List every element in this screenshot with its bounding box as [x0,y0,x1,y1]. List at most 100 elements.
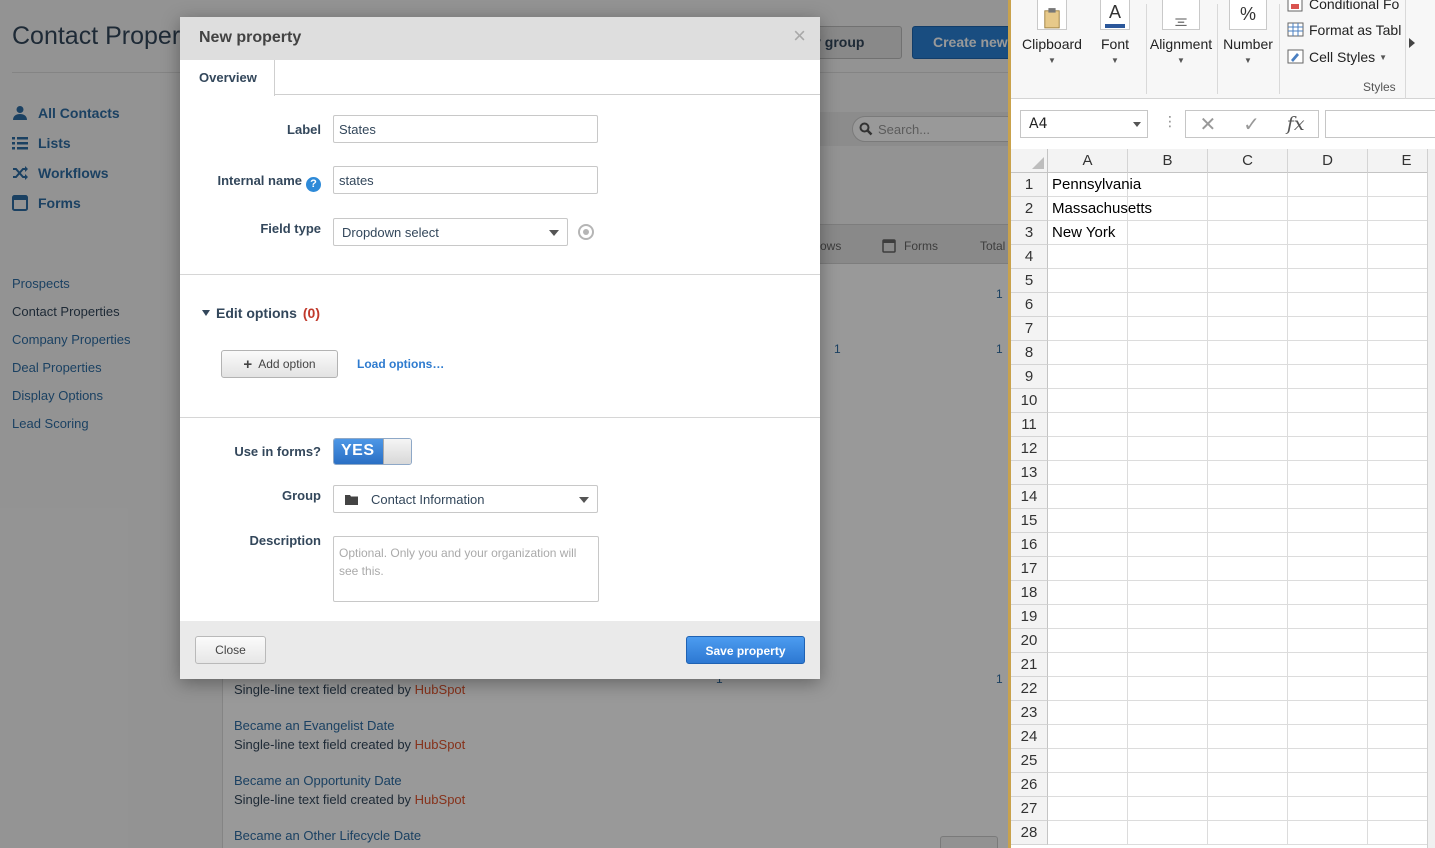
cell-e12[interactable] [1368,437,1435,461]
select-all-corner[interactable] [1011,149,1048,173]
cell-b13[interactable] [1128,461,1208,485]
cell-a7[interactable] [1048,317,1128,341]
row-header-5[interactable]: 5 [1011,269,1048,293]
cell-e28[interactable] [1368,821,1435,845]
cell-c15[interactable] [1208,509,1288,533]
cell-b25[interactable] [1128,749,1208,773]
cell-c21[interactable] [1208,653,1288,677]
row-header-11[interactable]: 11 [1011,413,1048,437]
cell-d11[interactable] [1288,413,1368,437]
cell-b28[interactable] [1128,821,1208,845]
cell-d3[interactable] [1288,221,1368,245]
column-header-d[interactable]: D [1288,149,1368,173]
column-header-a[interactable]: A [1048,149,1128,173]
column-header-c[interactable]: C [1208,149,1288,173]
row-header-2[interactable]: 2 [1011,197,1048,221]
row-header-17[interactable]: 17 [1011,557,1048,581]
cell-b2[interactable] [1128,197,1208,221]
cell-e15[interactable] [1368,509,1435,533]
row-header-24[interactable]: 24 [1011,725,1048,749]
cell-e20[interactable] [1368,629,1435,653]
cell-d10[interactable] [1288,389,1368,413]
cell-e10[interactable] [1368,389,1435,413]
cell-b12[interactable] [1128,437,1208,461]
cell-d1[interactable] [1288,173,1368,197]
cell-a22[interactable] [1048,677,1128,701]
cell-b22[interactable] [1128,677,1208,701]
ribbon-scroll-right[interactable] [1405,0,1433,99]
close-button[interactable]: Close [195,636,266,664]
row-header-13[interactable]: 13 [1011,461,1048,485]
cell-c3[interactable] [1208,221,1288,245]
cell-a15[interactable] [1048,509,1128,533]
cell-a4[interactable] [1048,245,1128,269]
cell-a12[interactable] [1048,437,1128,461]
cell-b8[interactable] [1128,341,1208,365]
cell-c20[interactable] [1208,629,1288,653]
cell-e24[interactable] [1368,725,1435,749]
cell-a3[interactable]: New York [1048,221,1128,245]
cell-b24[interactable] [1128,725,1208,749]
cell-e4[interactable] [1368,245,1435,269]
cell-b4[interactable] [1128,245,1208,269]
save-property-button[interactable]: Save property [686,636,805,664]
cell-c10[interactable] [1208,389,1288,413]
edit-options-toggle[interactable]: Edit options (0) [202,305,320,321]
cell-e17[interactable] [1368,557,1435,581]
cell-c18[interactable] [1208,581,1288,605]
cell-e13[interactable] [1368,461,1435,485]
check-icon[interactable]: ✓ [1243,112,1260,136]
cell-c7[interactable] [1208,317,1288,341]
cell-a11[interactable] [1048,413,1128,437]
cell-e2[interactable] [1368,197,1435,221]
add-option-button[interactable]: + Add option [221,350,338,378]
cell-a20[interactable] [1048,629,1128,653]
cell-e18[interactable] [1368,581,1435,605]
cell-c12[interactable] [1208,437,1288,461]
cell-e22[interactable] [1368,677,1435,701]
conditional-formatting-button[interactable]: Conditional Fo [1287,0,1399,12]
cell-a24[interactable] [1048,725,1128,749]
cell-e7[interactable] [1368,317,1435,341]
cell-d14[interactable] [1288,485,1368,509]
cell-c23[interactable] [1208,701,1288,725]
cell-b14[interactable] [1128,485,1208,509]
number-group[interactable]: % Number ▼ [1218,0,1278,65]
cell-b11[interactable] [1128,413,1208,437]
cell-b18[interactable] [1128,581,1208,605]
internal-name-input[interactable]: states [333,166,598,194]
cell-c17[interactable] [1208,557,1288,581]
cell-c14[interactable] [1208,485,1288,509]
cell-e9[interactable] [1368,365,1435,389]
cell-a2[interactable]: Massachusetts [1048,197,1152,221]
cell-a28[interactable] [1048,821,1128,845]
cell-e23[interactable] [1368,701,1435,725]
row-header-16[interactable]: 16 [1011,533,1048,557]
cell-d13[interactable] [1288,461,1368,485]
cell-e27[interactable] [1368,797,1435,821]
cell-b5[interactable] [1128,269,1208,293]
cell-d19[interactable] [1288,605,1368,629]
cell-d25[interactable] [1288,749,1368,773]
row-header-25[interactable]: 25 [1011,749,1048,773]
row-header-18[interactable]: 18 [1011,581,1048,605]
cell-d7[interactable] [1288,317,1368,341]
cell-styles-button[interactable]: Cell Styles ▼ [1287,49,1387,65]
cell-c9[interactable] [1208,365,1288,389]
use-in-forms-toggle[interactable]: YES [333,438,412,465]
font-group[interactable]: A Font ▼ [1095,0,1135,65]
clipboard-group[interactable]: Clipboard ▼ [1017,0,1087,65]
cell-a21[interactable] [1048,653,1128,677]
row-header-15[interactable]: 15 [1011,509,1048,533]
cell-e26[interactable] [1368,773,1435,797]
cell-e3[interactable] [1368,221,1435,245]
cell-c24[interactable] [1208,725,1288,749]
row-header-14[interactable]: 14 [1011,485,1048,509]
row-header-4[interactable]: 4 [1011,245,1048,269]
format-as-table-button[interactable]: Format as Tabl [1287,22,1401,38]
cell-e5[interactable] [1368,269,1435,293]
field-type-select[interactable]: Dropdown select [333,218,568,246]
cell-a6[interactable] [1048,293,1128,317]
vertical-scrollbar[interactable] [1427,149,1435,848]
cell-c27[interactable] [1208,797,1288,821]
